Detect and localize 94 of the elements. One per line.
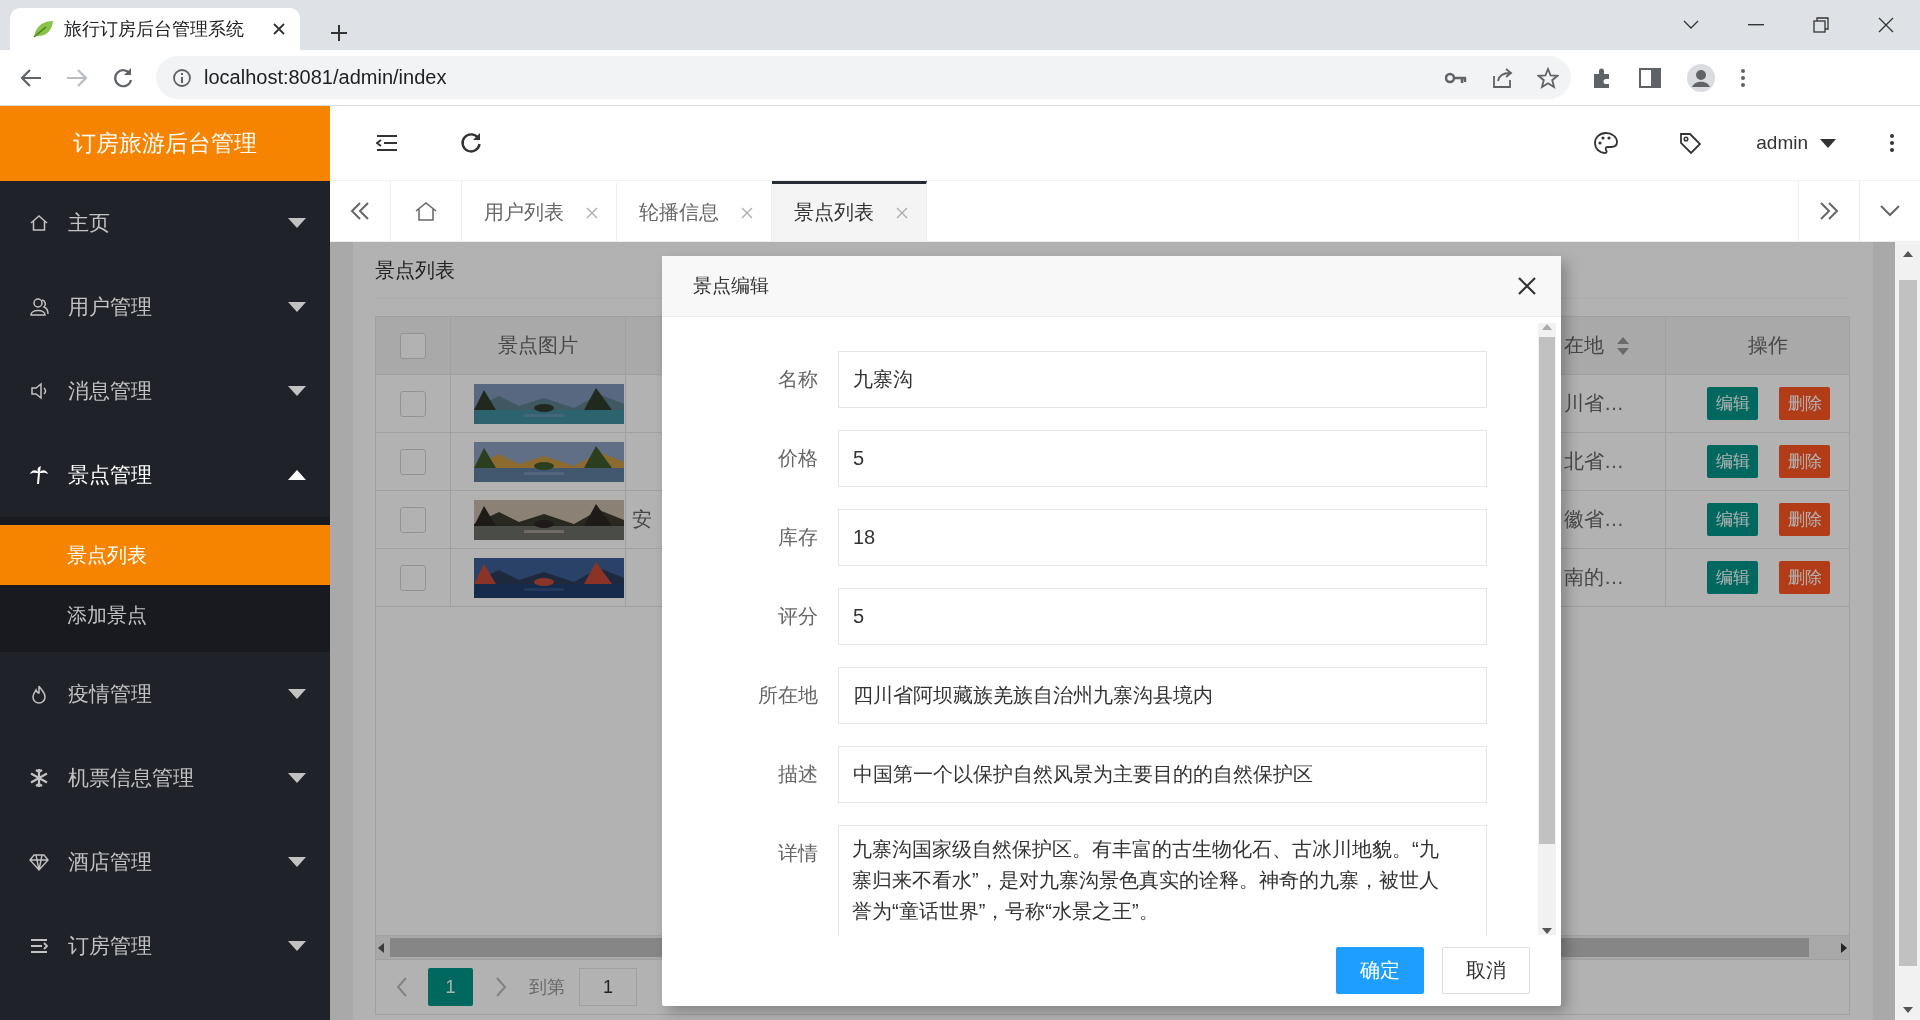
checkbox[interactable] [400, 506, 426, 533]
table-cell-text: 安 [632, 507, 652, 532]
info-icon[interactable] [172, 67, 192, 88]
dialog-title: 景点编辑 [693, 274, 770, 298]
profile-icon[interactable] [1687, 63, 1715, 92]
caret-down-icon [288, 941, 306, 951]
checkbox[interactable] [400, 564, 426, 591]
field-label: 库存 [777, 525, 819, 550]
plus-icon[interactable] [330, 24, 348, 42]
scroll-right-icon[interactable] [1839, 941, 1849, 954]
back-icon[interactable] [20, 67, 42, 88]
nav-item[interactable]: 用户管理 [0, 265, 330, 349]
palm-tree-icon [29, 465, 49, 485]
field-label: 评分 [777, 604, 819, 629]
tag-icon[interactable] [1679, 132, 1702, 154]
caret-down-icon [288, 857, 306, 867]
users-icon [29, 297, 49, 317]
palette-icon[interactable] [1594, 132, 1619, 154]
goto-label: 到第 [529, 976, 565, 999]
text-field[interactable]: 中国第一个以保护自然风景为主要目的的自然保护区 [838, 746, 1487, 803]
close-icon[interactable] [1517, 276, 1537, 296]
field-label: 名称 [777, 367, 819, 392]
table-cell-text: 徽省… [1564, 507, 1624, 532]
close-icon[interactable] [272, 22, 286, 36]
column-header: 操作 [1747, 333, 1788, 358]
refresh-icon[interactable] [460, 132, 482, 154]
scroll-left-icon[interactable] [376, 941, 386, 954]
scroll-up-icon[interactable] [1901, 250, 1914, 258]
caret-up-icon [288, 470, 306, 480]
menu-icon[interactable] [1741, 67, 1745, 88]
nav-item[interactable]: 景点管理 [0, 433, 330, 517]
text-field[interactable]: 5 [838, 588, 1487, 645]
leaf-icon [32, 19, 54, 39]
nav-item[interactable]: 酒店管理 [0, 820, 330, 904]
table-cell-text: 南的… [1564, 565, 1624, 590]
speaker-icon [29, 381, 49, 401]
star-icon[interactable] [1537, 66, 1559, 89]
reload-icon[interactable] [112, 66, 134, 89]
nav-item[interactable]: 疫情管理 [0, 652, 330, 736]
text-field[interactable]: 18 [838, 509, 1487, 566]
caret-down-icon [288, 773, 306, 783]
checkbox[interactable] [400, 448, 426, 475]
field-label: 详情 [777, 841, 819, 866]
scrollbar-thumb[interactable] [1898, 280, 1917, 966]
diamond-icon [29, 852, 49, 872]
double-chevron-right-icon [1819, 202, 1839, 220]
page-tab[interactable]: 用户列表 [462, 181, 617, 241]
home-icon [29, 213, 49, 233]
table-cell-text: 北省… [1564, 449, 1624, 474]
nav-item[interactable]: 订房管理 [0, 904, 330, 988]
app-logo: 订房旅游后台管理 [0, 106, 330, 181]
nav-item[interactable]: 主页 [0, 181, 330, 265]
field-label: 所在地 [757, 683, 819, 708]
user-menu[interactable]: admin [1756, 132, 1836, 154]
snowflake-icon [29, 768, 49, 788]
caret-down-icon [288, 689, 306, 699]
cancel-button[interactable]: 取消 [1442, 947, 1530, 994]
field-label: 描述 [777, 762, 819, 787]
text-field[interactable]: 5 [838, 430, 1487, 487]
page-tab[interactable]: 景点列表 [772, 181, 927, 241]
nav-subitem[interactable]: 添加景点 [0, 585, 330, 645]
caret-down-icon [288, 302, 306, 312]
checkbox[interactable] [400, 390, 426, 417]
column-header: 在地 [1564, 333, 1604, 358]
caret-down-icon [288, 218, 306, 228]
nav-item[interactable]: 机票信息管理 [0, 736, 330, 820]
home-icon [415, 201, 437, 221]
list-icon [29, 936, 49, 956]
minimize-icon[interactable] [1748, 24, 1764, 26]
chevron-down-icon[interactable] [1683, 20, 1699, 30]
column-header: 景点图片 [498, 333, 578, 358]
table-cell-text: 川省… [1564, 391, 1624, 416]
text-field[interactable]: 四川省阿坝藏族羌族自治州九寨沟县境内 [838, 667, 1487, 724]
text-field[interactable]: 九寨沟 [838, 351, 1487, 408]
double-chevron-left-icon [350, 202, 370, 220]
address-bar[interactable]: localhost:8081/admin/index [156, 56, 1571, 99]
scrollbar-thumb[interactable] [1539, 337, 1555, 844]
browser-tab[interactable]: 旅行订房后台管理系统 [10, 8, 300, 50]
flame-icon [29, 684, 49, 704]
caret-down-icon [288, 386, 306, 396]
checkbox[interactable] [400, 332, 426, 359]
more-icon[interactable] [1890, 134, 1894, 152]
scroll-down-icon[interactable] [1901, 1006, 1914, 1014]
restore-icon[interactable] [1813, 17, 1829, 33]
caret-down-icon [1820, 138, 1836, 148]
share-icon[interactable] [1491, 66, 1513, 89]
nav-item[interactable]: 消息管理 [0, 349, 330, 433]
close-icon[interactable] [1878, 17, 1894, 33]
side-panel-icon[interactable] [1639, 67, 1661, 88]
page-input[interactable]: 1 [579, 968, 637, 1006]
chevron-down-icon [1880, 205, 1900, 217]
fold-menu-icon[interactable] [376, 134, 398, 152]
key-icon[interactable] [1445, 70, 1467, 85]
field-label: 价格 [777, 446, 819, 471]
